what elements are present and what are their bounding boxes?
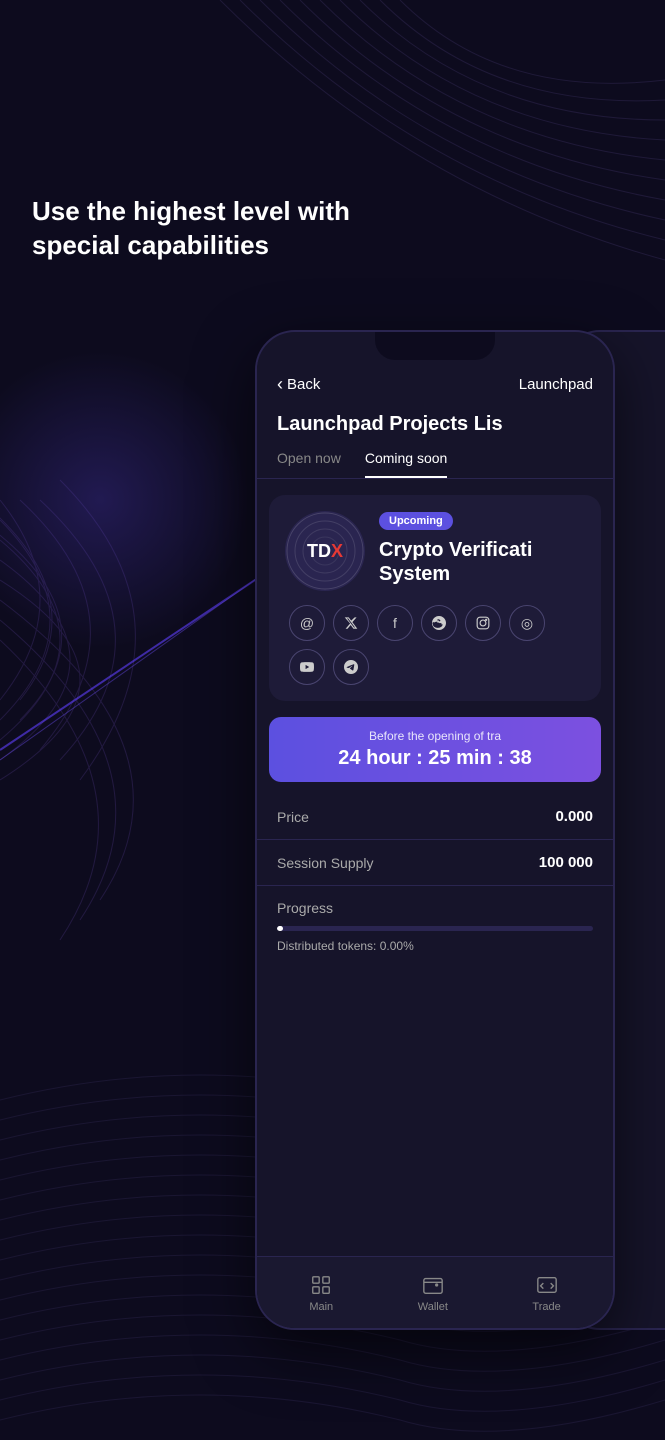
- phone-notch: [375, 332, 495, 360]
- timer-label: Before the opening of tra: [285, 729, 585, 743]
- back-label: Back: [287, 376, 320, 393]
- project-logo: TDX: [285, 511, 365, 591]
- page-title: Launchpad Projects Lis: [257, 405, 613, 450]
- bg-glow: [0, 350, 250, 650]
- nav-item-trade[interactable]: Trade: [532, 1273, 560, 1313]
- nav-item-main[interactable]: Main: [309, 1273, 333, 1313]
- tabs: Open now Coming soon: [257, 450, 613, 479]
- phone-frame: ‹ Back Launchpad Launchpad Projects Lis …: [255, 330, 615, 1330]
- social-icon-twitter[interactable]: [333, 605, 369, 641]
- tab-open-now[interactable]: Open now: [277, 450, 341, 478]
- social-icon-facebook[interactable]: f: [377, 605, 413, 641]
- progress-title: Progress: [277, 900, 593, 916]
- social-icon-extra[interactable]: ◎: [509, 605, 545, 641]
- tab-coming-soon[interactable]: Coming soon: [365, 450, 448, 478]
- timer-banner: Before the opening of tra 24 hour : 25 m…: [269, 717, 601, 782]
- main-label: Main: [309, 1301, 333, 1313]
- progress-bar-bg: [277, 926, 593, 931]
- trade-icon: [535, 1273, 559, 1297]
- main-icon: [309, 1273, 333, 1297]
- nav-item-wallet[interactable]: Wallet: [418, 1273, 448, 1313]
- distributed-text: Distributed tokens: 0.00%: [277, 939, 593, 953]
- nav-bar: ‹ Back Launchpad: [257, 360, 613, 405]
- social-icons: @ f ◎: [285, 605, 585, 685]
- trade-label: Trade: [532, 1301, 560, 1313]
- card-info: Upcoming Crypto Verificati System: [379, 511, 585, 586]
- session-supply-label: Session Supply: [277, 855, 374, 871]
- social-icon-telegram[interactable]: [333, 649, 369, 685]
- phone-screen: ‹ Back Launchpad Launchpad Projects Lis …: [257, 360, 613, 1328]
- timer-value: 24 hour : 25 min : 38: [285, 747, 585, 770]
- back-chevron-icon: ‹: [277, 374, 283, 395]
- wallet-icon: [421, 1273, 445, 1297]
- upcoming-badge: Upcoming: [379, 512, 453, 530]
- social-icon-reddit[interactable]: [421, 605, 457, 641]
- price-label: Price: [277, 809, 309, 825]
- progress-bar-fill: [277, 926, 283, 931]
- card-top: TDX Upcoming Crypto Verificati System: [285, 511, 585, 591]
- price-row: Price 0.000: [257, 794, 613, 840]
- project-name: Crypto Verificati System: [379, 538, 585, 586]
- social-icon-mention[interactable]: @: [289, 605, 325, 641]
- headline: Use the highest level with special capab…: [32, 195, 352, 263]
- logo-text: TDX: [307, 541, 343, 562]
- social-icon-instagram[interactable]: [465, 605, 501, 641]
- social-icon-youtube[interactable]: [289, 649, 325, 685]
- progress-section: Progress Distributed tokens: 0.00%: [257, 886, 613, 967]
- session-supply-row: Session Supply 100 000: [257, 840, 613, 886]
- project-card: TDX Upcoming Crypto Verificati System @ …: [269, 495, 601, 701]
- bottom-nav: Main Wallet: [257, 1256, 613, 1328]
- back-button[interactable]: ‹ Back: [277, 374, 320, 395]
- session-supply-value: 100 000: [539, 854, 593, 871]
- wallet-label: Wallet: [418, 1301, 448, 1313]
- nav-title: Launchpad: [519, 376, 593, 393]
- price-value: 0.000: [555, 808, 593, 825]
